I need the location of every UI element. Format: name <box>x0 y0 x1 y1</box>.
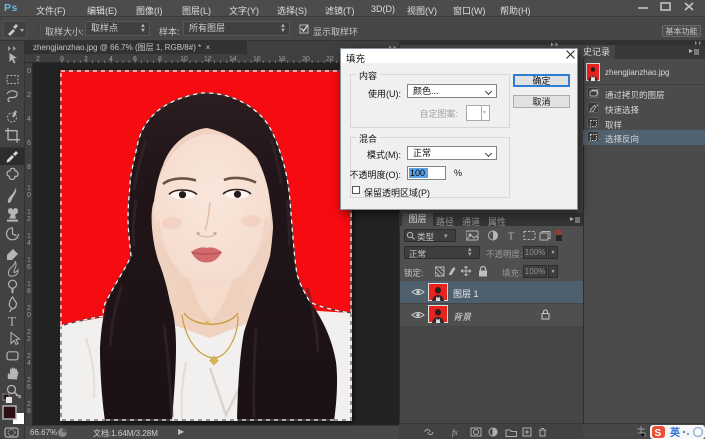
svg-text:4: 4 <box>27 116 31 123</box>
svg-text:1: 1 <box>27 257 31 264</box>
svg-text:2: 2 <box>27 92 31 99</box>
svg-text:8: 8 <box>27 288 31 295</box>
svg-text:1: 1 <box>27 209 31 216</box>
svg-text:2: 2 <box>27 329 31 336</box>
svg-text:8: 8 <box>27 408 31 415</box>
svg-text:2: 2 <box>27 353 31 360</box>
svg-text:6: 6 <box>27 264 31 271</box>
svg-text:4: 4 <box>27 360 31 367</box>
svg-text:0: 0 <box>27 192 31 199</box>
svg-text:2: 2 <box>27 305 31 312</box>
svg-text:英: 英 <box>669 426 681 439</box>
svg-text:2: 2 <box>27 216 31 223</box>
svg-text:6: 6 <box>27 384 31 391</box>
svg-text:4: 4 <box>27 240 31 247</box>
svg-text:T: T <box>508 232 514 243</box>
svg-text:2: 2 <box>27 336 31 343</box>
svg-text:S: S <box>655 428 662 439</box>
svg-text:8: 8 <box>27 164 31 171</box>
svg-text:1: 1 <box>27 233 31 240</box>
svg-text:T: T <box>8 314 16 329</box>
svg-text:6: 6 <box>27 140 31 147</box>
svg-text:2: 2 <box>27 377 31 384</box>
svg-text:1: 1 <box>27 281 31 288</box>
svg-text:fx: fx <box>452 428 458 437</box>
svg-text:0: 0 <box>27 68 31 75</box>
svg-text:2: 2 <box>36 56 40 63</box>
svg-text:2: 2 <box>27 401 31 408</box>
svg-text:0: 0 <box>27 312 31 319</box>
svg-text:1: 1 <box>27 185 31 192</box>
